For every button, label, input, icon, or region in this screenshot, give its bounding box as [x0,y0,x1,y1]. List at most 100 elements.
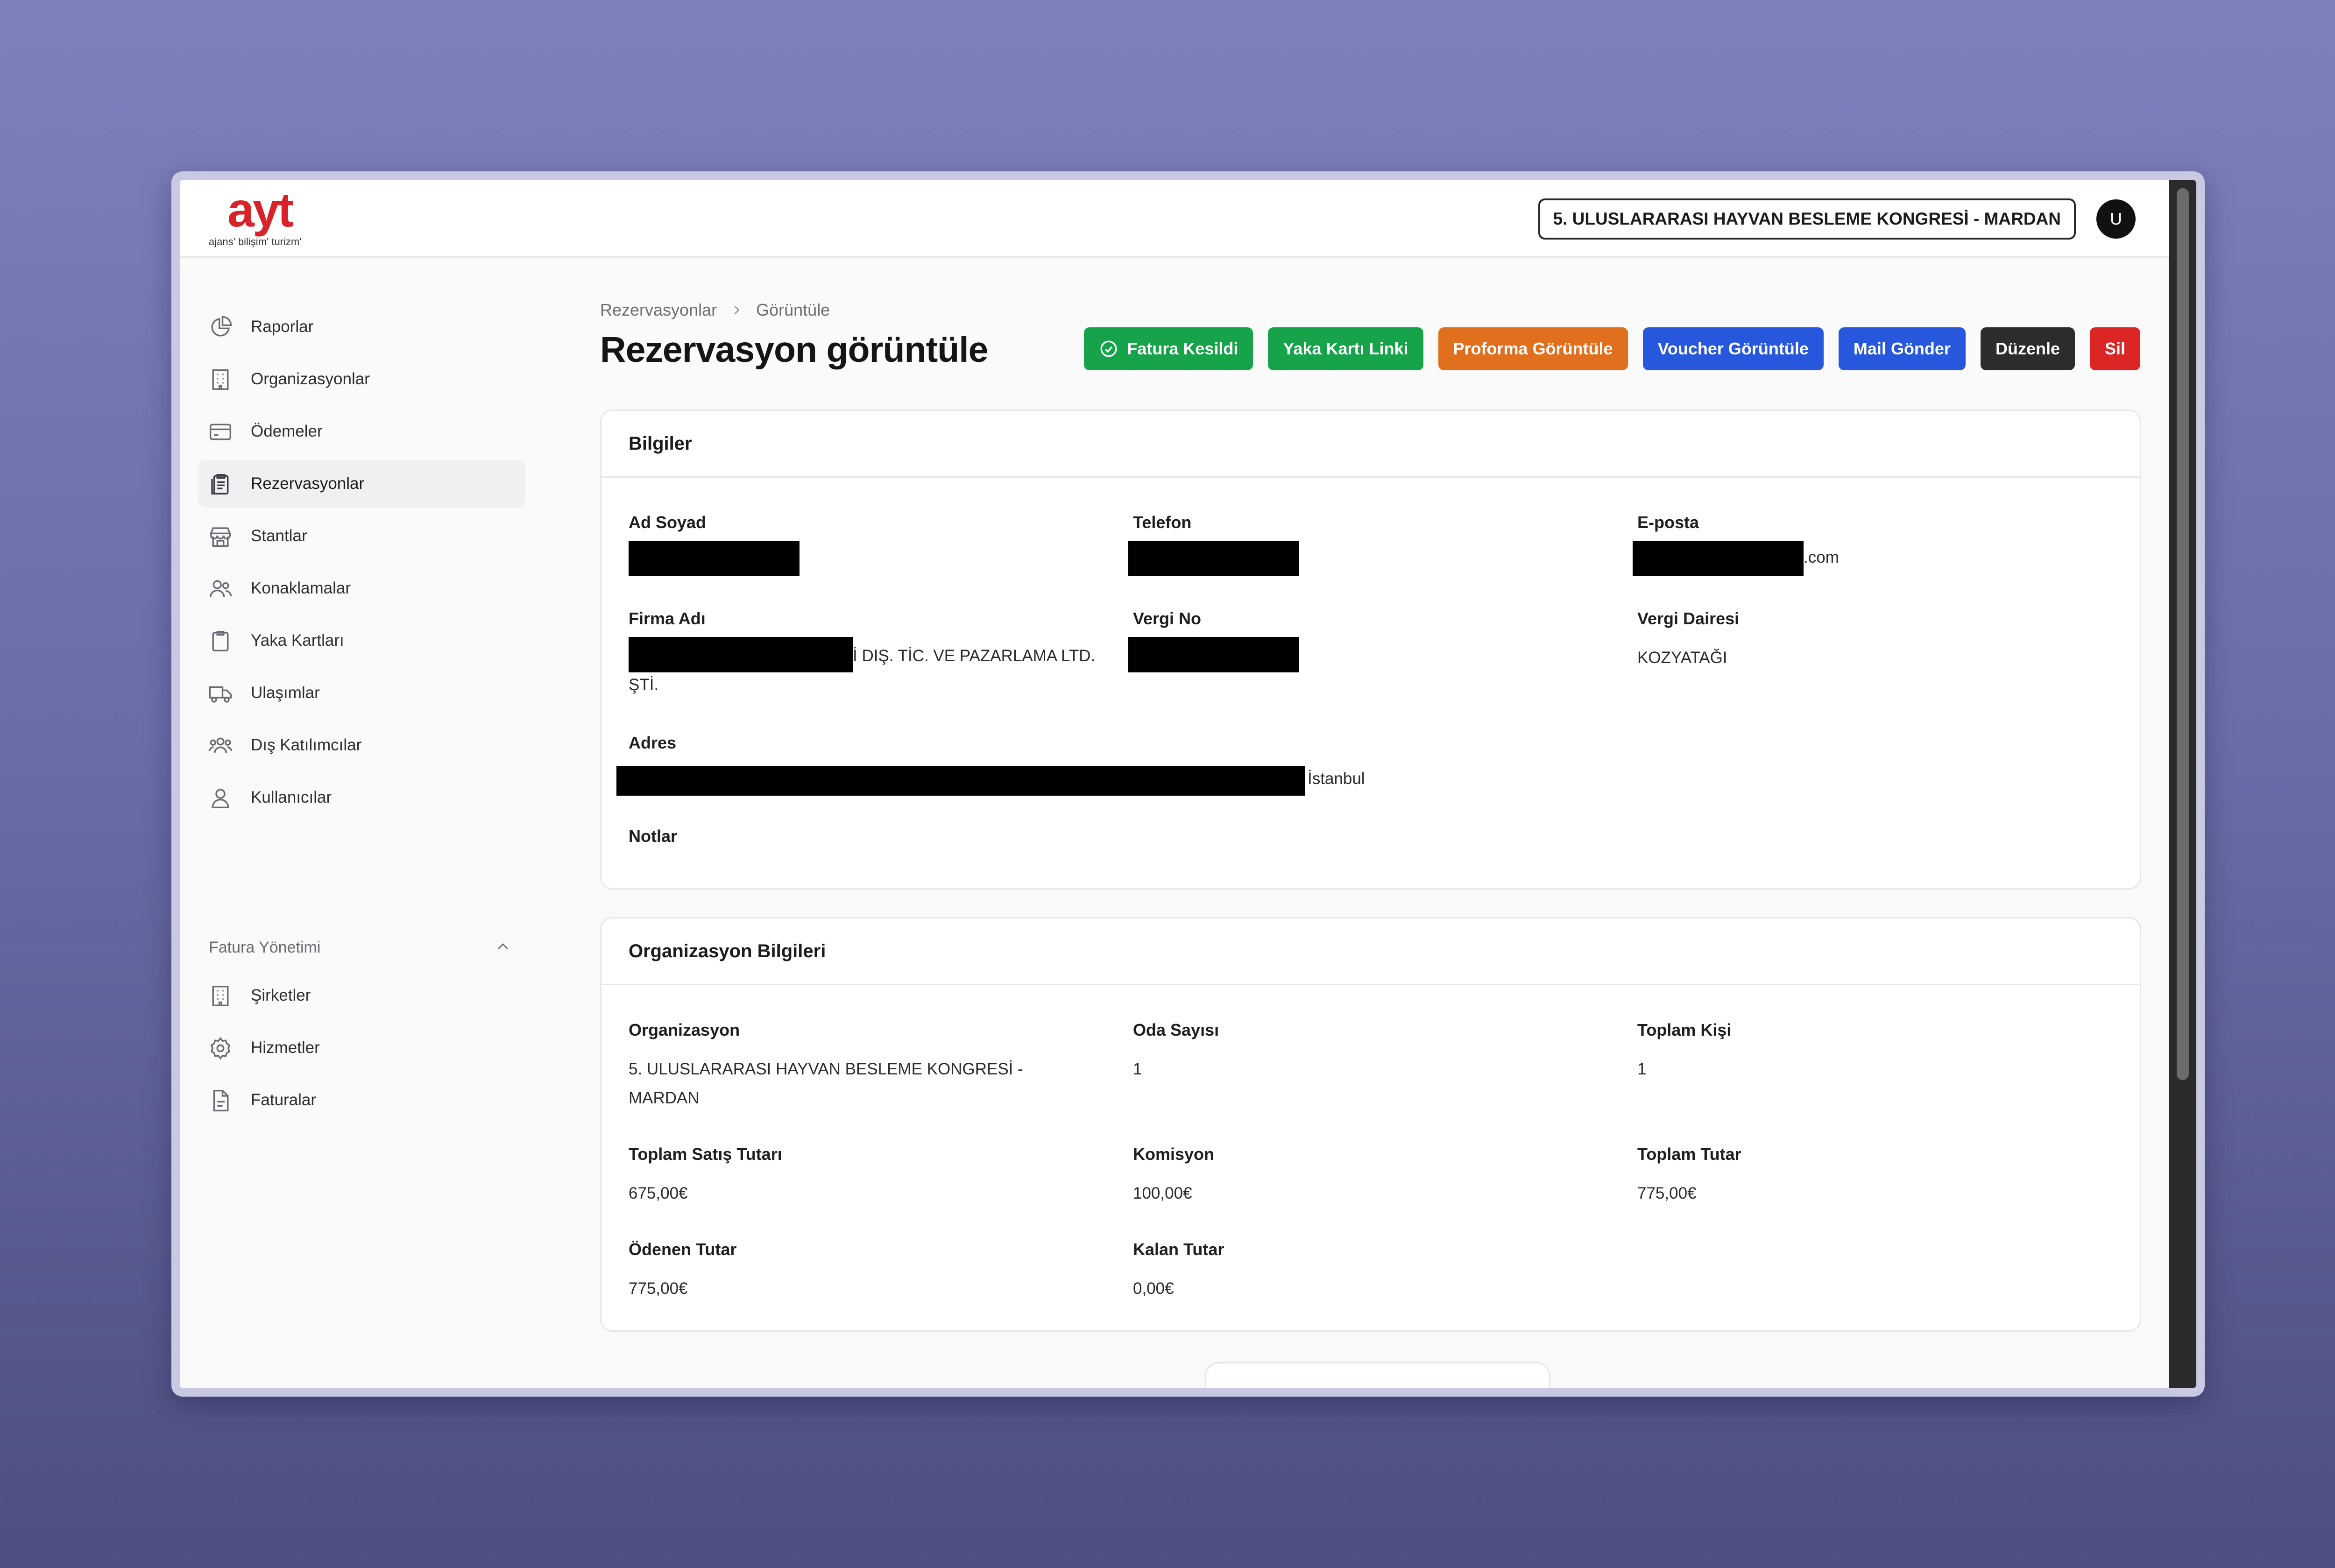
company-field: Firma Adı [629,609,706,629]
field-label: Adres [629,733,677,752]
field-value: 0,00€ [1133,1279,1174,1298]
redacted-block [1128,637,1299,672]
field-label: Ödenen Tutar [629,1240,737,1259]
truck-icon [209,686,232,703]
tax-office-field: Vergi Dairesi KOZYATAĞI [1637,609,1739,672]
sidebar-item-rezervasyonlar[interactable]: Rezervasyonlar [198,460,525,508]
phone-field: Telefon [1133,513,1191,532]
svg-text:ayt: ayt [227,188,294,237]
sidebar-item-label: Ödemeler [251,422,323,440]
commission-field: Komisyon 100,00€ [1133,1144,1214,1208]
sidebar-item-sirketler[interactable]: Şirketler [198,972,525,1019]
sidebar-item-label: Organizasyonlar [251,370,370,388]
paid-amount-field: Ödenen Tutar 775,00€ [629,1240,736,1303]
sidebar-item-ulasimlar[interactable]: Ulaşımlar [198,669,525,717]
redacted-block [1128,541,1299,576]
voucher-button[interactable]: Voucher Görüntüle [1642,327,1824,370]
building-icon [212,986,229,1006]
sidebar-item-organizasyonlar[interactable]: Organizasyonlar [198,355,525,403]
address-field: Adres [629,733,676,753]
field-label: Komisyon [1133,1144,1215,1164]
field-value: 775,00€ [629,1279,688,1298]
field-label: Kalan Tutar [1133,1240,1224,1259]
user-group-icon [208,737,233,753]
sidebar-item-label: Rezervasyonlar [251,474,365,493]
badge-link-button[interactable]: Yaka Kartı Linki [1268,327,1423,370]
field-value: 5. ULUSLARARASI HAYVAN BESLEME KONGRESİ … [629,1060,1023,1107]
invoiced-button[interactable]: Fatura Kesildi [1084,327,1253,370]
field-value: 1 [1637,1060,1647,1078]
credit-card-icon [209,424,232,440]
field-label: Notlar [629,826,678,846]
field-value: 1 [1133,1060,1142,1078]
card-title: Organizasyon Bilgileri [601,918,2140,985]
sidebar-item-stantlar[interactable]: Stantlar [198,512,525,560]
sidebar-item-label: Konaklamalar [251,579,351,597]
browser-window: ayt ajans' bilişim' turizm' 5. ULUSLARAR… [171,171,2205,1397]
redacted-block [1633,541,1804,576]
clipboard-icon [211,474,229,494]
sidebar-item-label: Şirketler [251,986,311,1004]
organization-card: Organizasyon Bilgileri Organizasyon 5. U… [600,917,2141,1332]
sidebar-item-label: Dış Katılımcılar [251,736,362,754]
field-value: 675,00€ [629,1184,688,1202]
sidebar: Raporlar Organizasyonlar Ödemeler Rezerv… [180,259,535,1388]
organization-field: Organizasyon 5. ULUSLARARASI HAYVAN BESL… [629,1020,1077,1113]
sidebar-item-raporlar[interactable]: Raporlar [198,303,525,351]
sidebar-item-konaklamalar[interactable]: Konaklamalar [198,565,525,612]
sidebar-item-yaka-kartlari[interactable]: Yaka Kartları [198,617,525,664]
field-value: 100,00€ [1133,1184,1192,1202]
app-shell: ayt ajans' bilişim' turizm' 5. ULUSLARAR… [180,180,2196,1388]
ayt-logo[interactable]: ayt ajans' bilişim' turizm' [209,188,363,250]
user-avatar[interactable]: U [2096,199,2136,239]
proforma-button[interactable]: Proforma Görüntüle [1438,327,1628,370]
field-label: Firma Adı [629,609,706,628]
users-icon [209,580,232,598]
breadcrumb-parent[interactable]: Rezervasyonlar [600,300,717,320]
building-icon [212,369,229,390]
field-label: Vergi No [1133,609,1202,628]
breadcrumb-current: Görüntüle [756,300,830,319]
total-sales-field: Toplam Satış Tutarı 675,00€ [629,1144,782,1208]
field-label: Toplam Tutar [1637,1144,1741,1164]
sidebar-item-label: Hizmetler [251,1038,320,1057]
card-title: Bilgiler [601,411,2140,478]
delete-button[interactable]: Sil [2089,327,2140,370]
event-selector[interactable]: 5. ULUSLARARASI HAYVAN BESLEME KONGRESİ … [1538,198,2076,240]
info-card: Bilgiler Ad Soyad Telefon E-posta .com F… [600,410,2141,890]
edit-button[interactable]: Düzenle [1980,327,2075,370]
action-bar: Fatura Kesildi Yaka Kartı Linki Proforma… [1084,327,2140,370]
scrollbar-thumb[interactable] [2177,188,2189,1080]
sidebar-group-label: Fatura Yönetimi [209,939,321,956]
redacted-block [629,541,800,576]
chart-pie-icon [211,316,232,337]
email-field: E-posta [1637,513,1699,532]
sidebar-item-faturalar[interactable]: Faturalar [198,1076,525,1124]
check-circle-icon [1100,340,1117,357]
chevron-up-icon[interactable] [494,937,512,956]
address-suffix: İstanbul [1308,770,1365,788]
sidebar-item-hizmetler[interactable]: Hizmetler [198,1024,525,1072]
sidebar-item-label: Stantlar [251,527,307,545]
tax-no-field: Vergi No [1133,609,1201,629]
sidebar-item-label: Ulaşımlar [251,684,320,702]
send-mail-button[interactable]: Mail Gönder [1838,327,1966,370]
sidebar-item-dis-katilimcilar[interactable]: Dış Katılımcılar [198,721,525,769]
sidebar-item-label: Yaka Kartları [251,631,344,650]
gear-icon [210,1037,231,1060]
sidebar-item-label: Faturalar [251,1091,317,1109]
field-label: Oda Sayısı [1133,1020,1219,1039]
email-suffix: .com [1804,548,1839,566]
room-count-field: Oda Sayısı 1 [1133,1020,1219,1084]
field-label: Vergi Dairesi [1637,609,1740,628]
sidebar-item-kullanicilar[interactable]: Kullanıcılar [198,774,525,821]
sidebar-item-label: Raporlar [251,318,314,336]
name-field: Ad Soyad [629,513,706,532]
clipboard-blank-icon [212,631,229,651]
user-icon [212,789,229,808]
scrollbar[interactable] [2169,180,2196,1388]
sidebar-item-odemeler[interactable]: Ödemeler [198,408,525,455]
sidebar-item-label: Kullanıcılar [251,788,332,806]
redacted-block [616,766,1305,796]
total-people-field: Toplam Kişi 1 [1637,1020,1731,1084]
